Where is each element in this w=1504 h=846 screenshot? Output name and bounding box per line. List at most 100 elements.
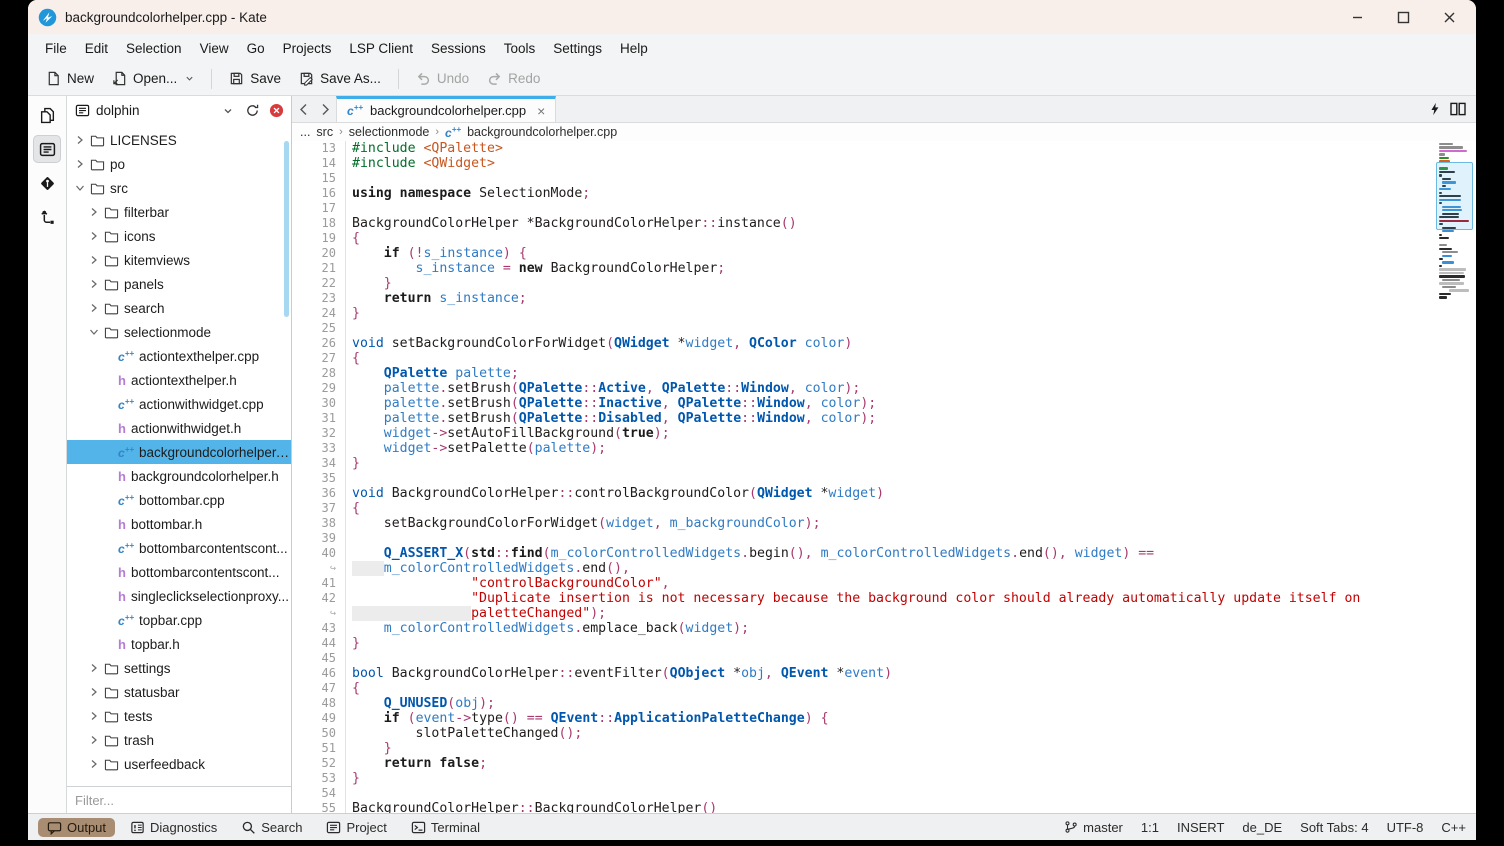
- tree-item-licenses[interactable]: LICENSES: [67, 128, 291, 152]
- menu-item-view[interactable]: View: [191, 37, 238, 60]
- tree-item-search[interactable]: search: [67, 296, 291, 320]
- line-number: 34: [292, 456, 336, 471]
- code-lines[interactable]: #include <QPalette>#include <QWidget> us…: [346, 141, 1476, 813]
- tree-item-kitemviews[interactable]: kitemviews: [67, 248, 291, 272]
- menu-item-edit[interactable]: Edit: [76, 37, 117, 60]
- minimap-viewport-handle[interactable]: [1436, 162, 1473, 230]
- tree-item-bottombar-h[interactable]: hbottombar.h: [67, 512, 291, 536]
- menu-item-projects[interactable]: Projects: [274, 37, 341, 60]
- chevron-right-icon: [89, 207, 99, 217]
- tool-git-button[interactable]: [33, 169, 61, 197]
- open-button[interactable]: Open...: [104, 66, 202, 91]
- split-view-icon[interactable]: [1450, 102, 1466, 116]
- status-utf-8[interactable]: UTF-8: [1387, 820, 1424, 835]
- tree-filter-input[interactable]: [67, 793, 291, 808]
- quick-open-icon[interactable]: [1429, 102, 1440, 116]
- status-master[interactable]: master: [1064, 820, 1123, 835]
- tree-item-actiontexthelper-cpp[interactable]: c++actiontexthelper.cpp: [67, 344, 291, 368]
- breadcrumb-file[interactable]: backgroundcolorhelper.cpp: [467, 125, 617, 139]
- tool-projects-button[interactable]: [33, 135, 61, 163]
- status-de-de[interactable]: de_DE: [1242, 820, 1282, 835]
- git-branch-icon: [1064, 820, 1078, 834]
- status-1-1[interactable]: 1:1: [1141, 820, 1159, 835]
- save-as-button[interactable]: Save As...: [291, 66, 389, 91]
- menu-item-lsp-client[interactable]: LSP Client: [340, 37, 422, 60]
- tree-item-settings[interactable]: settings: [67, 656, 291, 680]
- tool-documents-button[interactable]: [33, 101, 61, 129]
- menu-item-help[interactable]: Help: [611, 37, 657, 60]
- tree-item-src[interactable]: src: [67, 176, 291, 200]
- tree-item-actionwithwidget-h[interactable]: hactionwithwidget.h: [67, 416, 291, 440]
- menu-item-sessions[interactable]: Sessions: [422, 37, 495, 60]
- menu-item-go[interactable]: Go: [238, 37, 274, 60]
- tree-item-backgroundcolorhelper-h[interactable]: hbackgroundcolorhelper.h: [67, 464, 291, 488]
- tree-item-bottombarcontentscont[interactable]: hbottombarcontentscont...: [67, 560, 291, 584]
- tree-item-label: actiontexthelper.cpp: [139, 349, 259, 364]
- menu-item-selection[interactable]: Selection: [117, 37, 191, 60]
- tree-item-filterbar[interactable]: filterbar: [67, 200, 291, 224]
- tree-item-actionwithwidget-cpp[interactable]: c++actionwithwidget.cpp: [67, 392, 291, 416]
- menu-item-file[interactable]: File: [36, 37, 76, 60]
- tree-item-panels[interactable]: panels: [67, 272, 291, 296]
- tab-label: backgroundcolorhelper.cpp: [370, 103, 526, 118]
- maximize-button[interactable]: [1380, 2, 1426, 32]
- search-toolview-button[interactable]: Search: [232, 818, 311, 837]
- tree-item-bottombar-cpp[interactable]: c++bottombar.cpp: [67, 488, 291, 512]
- tree-item-statusbar[interactable]: statusbar: [67, 680, 291, 704]
- tree-rows: LICENSESposrcfilterbariconskitemviewspan…: [67, 128, 291, 776]
- line-number-gutter[interactable]: 1314151617181920212223242526272829303132…: [292, 141, 346, 813]
- output-toolview-button[interactable]: Output: [38, 818, 115, 837]
- tree-item-actiontexthelper-h[interactable]: hactiontexthelper.h: [67, 368, 291, 392]
- tree-item-selectionmode[interactable]: selectionmode: [67, 320, 291, 344]
- tree-item-backgroundcolorhelper-c[interactable]: c++backgroundcolorhelper.c...: [67, 440, 291, 464]
- tree-item-icons[interactable]: icons: [67, 224, 291, 248]
- status-insert[interactable]: INSERT: [1177, 820, 1224, 835]
- diagnostics-toolview-button[interactable]: Diagnostics: [121, 818, 226, 837]
- code-line: [352, 201, 1476, 216]
- undo-icon: [416, 71, 431, 86]
- new-button[interactable]: New: [38, 66, 102, 91]
- tree-scrollbar-thumb[interactable]: [284, 141, 289, 317]
- project-close-button[interactable]: [267, 102, 285, 120]
- breadcrumb-selectionmode[interactable]: selectionmode: [349, 125, 430, 139]
- status-c[interactable]: C++: [1441, 820, 1466, 835]
- status-soft-tabs-4[interactable]: Soft Tabs: 4: [1300, 820, 1368, 835]
- line-number: 39: [292, 531, 336, 546]
- redo-button[interactable]: Redo: [479, 66, 548, 91]
- breadcrumb-ellipsis[interactable]: ...: [300, 125, 310, 139]
- tree-item-trash[interactable]: trash: [67, 728, 291, 752]
- menu-item-settings[interactable]: Settings: [544, 37, 611, 60]
- tree-item-topbar-cpp[interactable]: c++topbar.cpp: [67, 608, 291, 632]
- project-dropdown-button[interactable]: [219, 102, 237, 120]
- line-number: 36: [292, 486, 336, 501]
- close-button[interactable]: [1426, 2, 1472, 32]
- folder-icon: [104, 277, 119, 291]
- menu-item-tools[interactable]: Tools: [495, 37, 545, 60]
- tree-item-bottombarcontentscont[interactable]: c++bottombarcontentscont...: [67, 536, 291, 560]
- terminal-toolview-button[interactable]: Terminal: [402, 818, 489, 837]
- undo-button[interactable]: Undo: [408, 66, 477, 91]
- folder-icon: [104, 733, 119, 747]
- cpp-file-icon: c++: [445, 125, 461, 140]
- line-number: 42: [292, 591, 336, 606]
- tab-close-icon[interactable]: ×: [537, 103, 545, 119]
- toolview-button-label: Terminal: [431, 820, 480, 835]
- project-reload-button[interactable]: [243, 102, 261, 120]
- minimap-scrollbar[interactable]: [1439, 143, 1473, 813]
- tree-item-topbar-h[interactable]: htopbar.h: [67, 632, 291, 656]
- tree-item-po[interactable]: po: [67, 152, 291, 176]
- tool-calltree-button[interactable]: [33, 203, 61, 231]
- tree-item-label: actionwithwidget.h: [131, 421, 241, 436]
- breadcrumb-src[interactable]: src: [316, 125, 333, 139]
- tree-item-userfeedback[interactable]: userfeedback: [67, 752, 291, 776]
- code-line: s_instance = new BackgroundColorHelper;: [352, 261, 1476, 276]
- code-view[interactable]: 1314151617181920212223242526272829303132…: [292, 141, 1476, 813]
- tree-item-singleclickselectionproxy[interactable]: hsingleclickselectionproxy...: [67, 584, 291, 608]
- tab-backgroundcolorhelper[interactable]: c++ backgroundcolorhelper.cpp ×: [336, 96, 556, 122]
- minimize-button[interactable]: [1334, 2, 1380, 32]
- save-button[interactable]: Save: [221, 66, 289, 91]
- project-toolview-button[interactable]: Project: [317, 818, 395, 837]
- tree-item-tests[interactable]: tests: [67, 704, 291, 728]
- history-forward-icon[interactable]: [314, 96, 336, 122]
- history-back-icon[interactable]: [292, 96, 314, 122]
